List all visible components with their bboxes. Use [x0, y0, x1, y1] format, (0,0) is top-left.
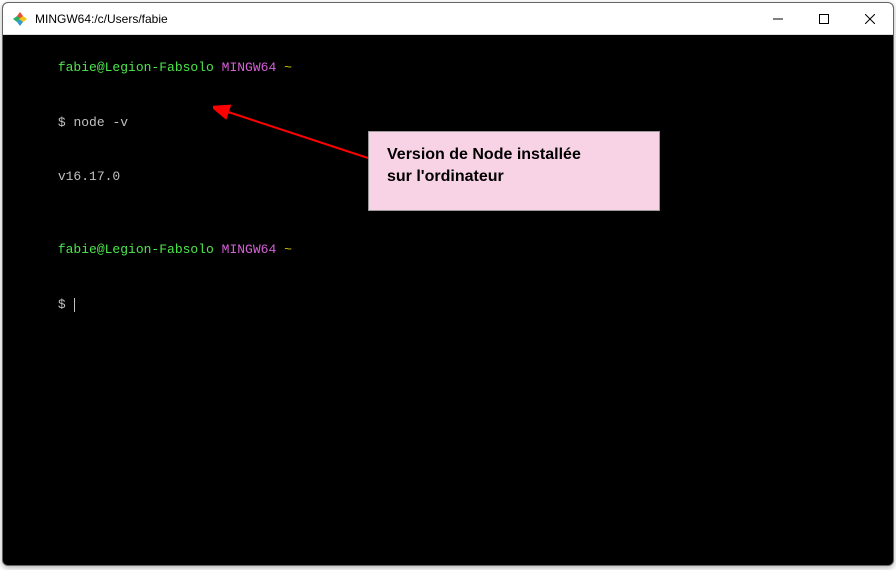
prompt-symbol: $ — [58, 297, 66, 312]
prompt-env: MINGW64 — [222, 60, 277, 75]
app-icon — [11, 10, 29, 28]
window-controls — [755, 3, 893, 34]
command-output: v16.17.0 — [58, 169, 120, 184]
close-button[interactable] — [847, 3, 893, 34]
maximize-button[interactable] — [801, 3, 847, 34]
titlebar[interactable]: MINGW64:/c/Users/fabie — [3, 3, 893, 35]
window-title: MINGW64:/c/Users/fabie — [35, 12, 755, 26]
prompt-path: ~ — [284, 242, 292, 257]
prompt-env: MINGW64 — [222, 242, 277, 257]
minimize-button[interactable] — [755, 3, 801, 34]
prompt-user: fabie@Legion-Fabsolo — [58, 60, 214, 75]
cursor-icon — [74, 298, 75, 312]
prompt-user: fabie@Legion-Fabsolo — [58, 242, 214, 257]
annotation-callout: Version de Node installée sur l'ordinate… — [368, 131, 660, 211]
prompt-path: ~ — [284, 60, 292, 75]
command-text: node -v — [73, 115, 128, 130]
annotation-text-line1: Version de Node installée — [387, 146, 581, 163]
terminal-content[interactable]: fabie@Legion-Fabsolo MINGW64 ~ $ node -v… — [3, 35, 893, 565]
annotation-text-line2: sur l'ordinateur — [387, 168, 504, 185]
terminal-window: MINGW64:/c/Users/fabie fabie@Legion-Fabs… — [2, 2, 894, 566]
prompt-symbol: $ — [58, 115, 66, 130]
